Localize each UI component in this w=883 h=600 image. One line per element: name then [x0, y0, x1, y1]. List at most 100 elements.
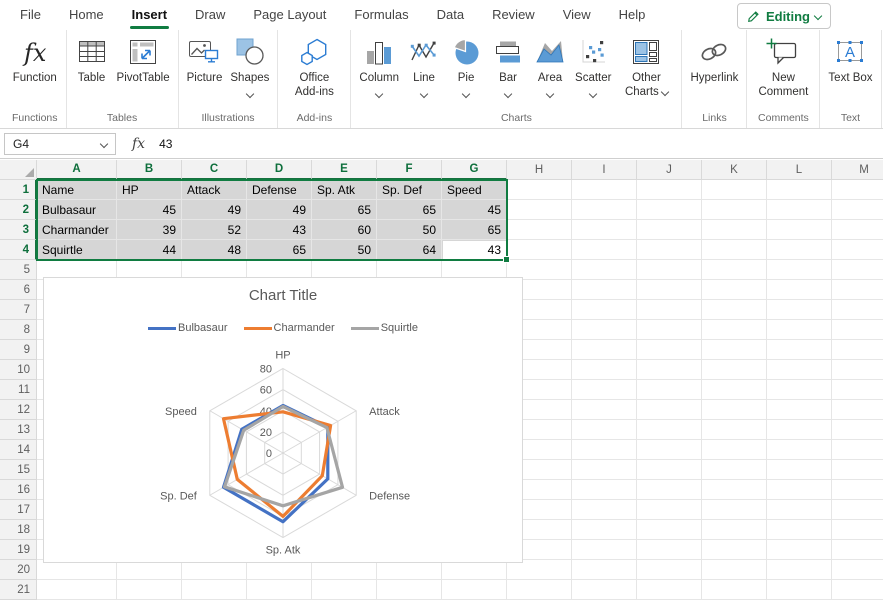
function-button[interactable]: fx Function: [13, 34, 57, 86]
row-header-1[interactable]: 1: [0, 180, 37, 200]
ribbon-group-links: Hyperlink Links: [682, 30, 747, 128]
row-header-4[interactable]: 4: [0, 240, 37, 260]
column-header-G[interactable]: G: [442, 160, 507, 180]
tab-file[interactable]: File: [6, 0, 55, 30]
column-header-D[interactable]: D: [247, 160, 312, 180]
column-header-A[interactable]: A: [37, 160, 117, 180]
row-header-7[interactable]: 7: [0, 300, 37, 320]
row-header-19[interactable]: 19: [0, 540, 37, 560]
tab-draw[interactable]: Draw: [181, 0, 239, 30]
row-header-2[interactable]: 2: [0, 200, 37, 220]
bar-chart-button[interactable]: Bar: [491, 34, 525, 97]
formula-bar: G4 fx 43: [0, 129, 883, 159]
column-header-B[interactable]: B: [117, 160, 182, 180]
editing-label: Editing: [766, 9, 810, 24]
select-all-corner[interactable]: [0, 160, 37, 180]
row-header-5[interactable]: 5: [0, 260, 37, 280]
name-box[interactable]: G4: [4, 133, 116, 155]
row-header-16[interactable]: 16: [0, 480, 37, 500]
table-button[interactable]: Table: [75, 34, 109, 86]
tab-insert[interactable]: Insert: [118, 0, 181, 30]
tab-formulas[interactable]: Formulas: [340, 0, 422, 30]
tab-review[interactable]: Review: [478, 0, 549, 30]
row-header-14[interactable]: 14: [0, 440, 37, 460]
chevron-down-icon: [420, 90, 428, 98]
column-header-L[interactable]: L: [767, 160, 832, 180]
picture-button[interactable]: Picture: [187, 34, 223, 86]
column-header-F[interactable]: F: [377, 160, 442, 180]
chevron-down-icon: [589, 90, 597, 98]
row-header-9[interactable]: 9: [0, 340, 37, 360]
gridline: [766, 180, 767, 600]
row-header-8[interactable]: 8: [0, 320, 37, 340]
chevron-down-icon: [100, 139, 108, 147]
radar-axis-label-hp: HP: [275, 350, 290, 362]
pivottable-button[interactable]: PivotTable: [117, 34, 170, 86]
ribbon-group-text: A Text Box Text: [820, 30, 881, 128]
group-label-text: Text: [828, 110, 872, 128]
group-label-illustrations: Illustrations: [187, 110, 270, 128]
office-addins-button[interactable]: Office Add-ins: [286, 34, 342, 100]
other-charts-button[interactable]: Other Charts: [619, 34, 673, 100]
group-label-links: Links: [690, 110, 738, 128]
line-chart-button[interactable]: Line: [407, 34, 441, 97]
chevron-down-icon: [546, 90, 554, 98]
shapes-button[interactable]: Shapes: [230, 34, 269, 97]
column-header-I[interactable]: I: [572, 160, 637, 180]
radar-axis-label-sp-def: Sp. Def: [160, 490, 198, 502]
svg-text:A: A: [845, 44, 855, 61]
row-header-17[interactable]: 17: [0, 500, 37, 520]
area-chart-icon: [534, 34, 566, 70]
column-header-J[interactable]: J: [637, 160, 702, 180]
column-header-M[interactable]: M: [832, 160, 883, 180]
line-chart-icon: [408, 34, 440, 70]
ribbon: fx Function Functions Table: [0, 30, 883, 129]
ribbon-group-charts: Column Line Pie: [351, 30, 682, 128]
other-charts-icon: [630, 34, 662, 70]
tab-help[interactable]: Help: [605, 0, 660, 30]
chevron-down-icon: [661, 88, 669, 96]
row-header-21[interactable]: 21: [0, 580, 37, 600]
radar-axis-label-speed: Speed: [165, 406, 197, 418]
chart-object[interactable]: Chart Title Bulbasaur Charmander Squirtl…: [43, 277, 523, 563]
row-header-11[interactable]: 11: [0, 380, 37, 400]
fill-handle[interactable]: [503, 256, 510, 263]
group-label-functions: Functions: [12, 110, 58, 128]
function-icon: fx: [18, 34, 52, 70]
area-chart-button[interactable]: Area: [533, 34, 567, 97]
pie-chart-button[interactable]: Pie: [449, 34, 483, 97]
text-box-button[interactable]: A Text Box: [828, 34, 872, 86]
tab-view[interactable]: View: [549, 0, 605, 30]
column-header-E[interactable]: E: [312, 160, 377, 180]
tab-data[interactable]: Data: [423, 0, 478, 30]
gridline: [831, 180, 832, 600]
row-header-10[interactable]: 10: [0, 360, 37, 380]
group-label-tables: Tables: [75, 110, 170, 128]
pie-chart-icon: [450, 34, 482, 70]
row-header-6[interactable]: 6: [0, 280, 37, 300]
group-label-addins: Add-ins: [286, 110, 342, 128]
svg-text:fx: fx: [22, 39, 47, 67]
new-comment-button[interactable]: New Comment: [755, 34, 811, 100]
row-header-13[interactable]: 13: [0, 420, 37, 440]
hyperlink-button[interactable]: Hyperlink: [690, 34, 738, 86]
editing-mode-button[interactable]: Editing: [737, 3, 831, 29]
tab-page-layout[interactable]: Page Layout: [239, 0, 340, 30]
column-chart-icon: [363, 34, 395, 70]
column-header-C[interactable]: C: [182, 160, 247, 180]
column-chart-button[interactable]: Column: [359, 34, 399, 97]
formula-input[interactable]: 43: [159, 137, 172, 151]
row-header-20[interactable]: 20: [0, 560, 37, 580]
column-header-H[interactable]: H: [507, 160, 572, 180]
chevron-down-icon: [504, 90, 512, 98]
row-header-3[interactable]: 3: [0, 220, 37, 240]
row-header-18[interactable]: 18: [0, 520, 37, 540]
radar-tick-label: 60: [260, 385, 272, 397]
row-header-15[interactable]: 15: [0, 460, 37, 480]
ribbon-group-functions: fx Function Functions: [4, 30, 67, 128]
row-header-12[interactable]: 12: [0, 400, 37, 420]
tab-home[interactable]: Home: [55, 0, 118, 30]
ribbon-group-comments: New Comment Comments: [747, 30, 820, 128]
scatter-chart-button[interactable]: Scatter: [575, 34, 611, 97]
column-header-K[interactable]: K: [702, 160, 767, 180]
